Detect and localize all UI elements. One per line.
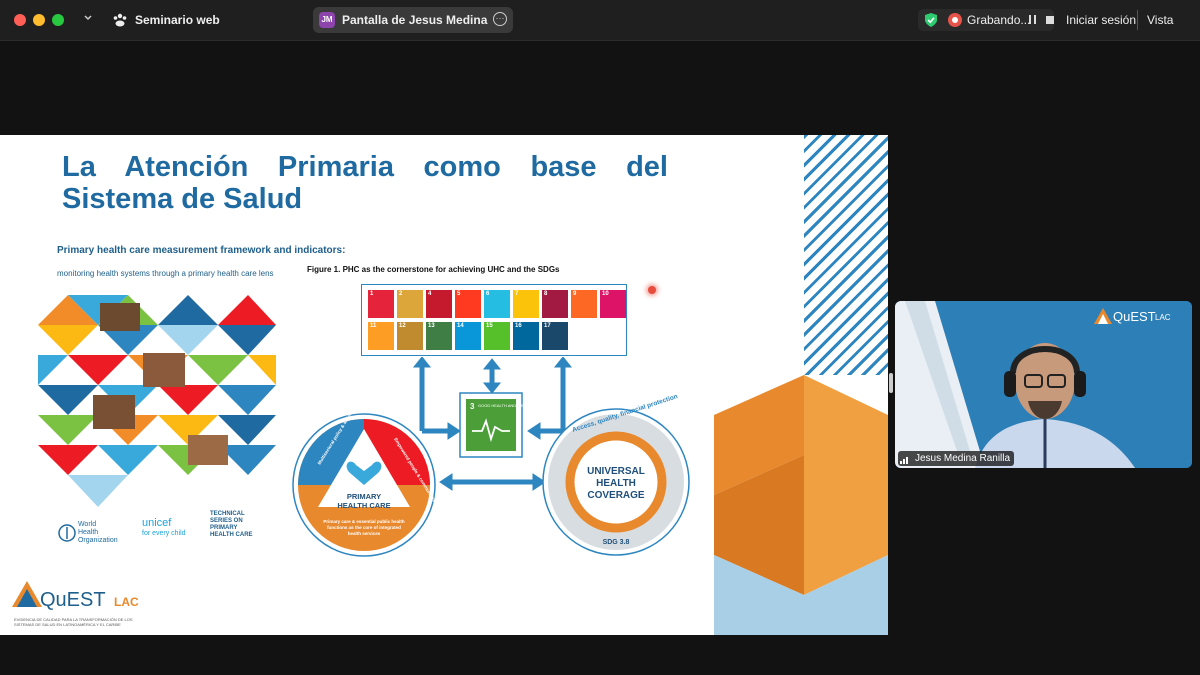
avatar: JM [319,12,335,28]
app-title: Seminario web [135,13,220,27]
sign-in-button[interactable]: Iniciar sesión [1066,13,1136,27]
participant-video[interactable]: QuEST LAC Jesus Medina Ranilla [895,301,1192,468]
sdg-tile: 12 [397,322,423,350]
laser-pointer [648,286,656,294]
phc-title-line2: HEALTH CARE [337,501,390,510]
chevron-down-icon[interactable] [82,11,96,25]
participant-logo-name: QuEST [1113,309,1156,324]
arrow-up-left [412,357,432,368]
screen-share-tab[interactable]: JM Pantalla de Jesus Medina Ranilla ··· [313,7,513,33]
quest-tagline: EVIDENCIA DE CALIDAD PARA LA TRANSFORMAC… [14,617,133,627]
sdg-grid: 1 2 4 5 6 7 8 9 10 11 12 13 14 15 16 17 [368,290,626,350]
close-window-button[interactable] [14,14,26,26]
sdg-tile: 8 [542,290,568,318]
sdg-tile: 5 [455,290,481,318]
participant-name: Jesus Medina Ranilla [915,453,1011,464]
quest-suffix: LAC [114,595,139,609]
phc-title-line1: PRIMARY [347,492,381,501]
recording-status: Grabando... [967,13,1031,27]
participant-logo-suffix: LAC [1155,313,1171,322]
sdg3-label: GOOD HEALTH AND WELL-BEING [478,403,542,408]
phc-bottom-line3: health services [348,531,381,536]
signal-strength-icon [900,457,908,464]
who-logo: World Health Organization [58,521,118,545]
phc-uhc-diagram: 3 GOOD HEALTH AND WELL-BEING PRIMARY HEA… [292,357,690,557]
phc-bottom-line2: functions as the core of integrated [327,525,401,530]
decorative-hexagon [714,375,888,635]
sdg-tile: 17 [542,322,568,350]
shared-slide: La Atención Primaria como base del Siste… [0,135,888,635]
report-subtitle: monitoring health systems through a prim… [57,269,274,278]
video-resize-handle[interactable] [889,373,893,393]
sdg-tile: 11 [368,322,394,350]
sdg-tile: 7 [513,290,539,318]
sdg-tile: 4 [426,290,452,318]
zoom-window-button[interactable] [52,14,64,26]
sdg-tile: 6 [484,290,510,318]
sdg-tile: 16 [513,322,539,350]
report-title: Primary health care measurement framewor… [57,245,346,256]
pause-recording-button[interactable] [1029,15,1036,24]
who-label: World Health Organization [77,521,118,544]
uhc-line2: HEALTH [596,478,636,489]
sdg-tile: 10 [600,290,626,318]
decorative-stripes [804,135,888,385]
figure-caption: Figure 1. PHC as the cornerstone for ach… [307,265,560,274]
phc-bottom-line1: Primary care & essential public health [323,519,405,524]
sdg-tile: 1 [368,290,394,318]
webinar-icon [112,12,128,28]
shield-icon [924,12,938,28]
report-cover-mosaic [38,295,276,507]
uhc-line1: UNIVERSAL [587,466,645,477]
sdg-tile: 13 [426,322,452,350]
stop-recording-button[interactable] [1046,16,1054,24]
sdg-tile: 15 [484,322,510,350]
participant-name-tag: Jesus Medina Ranilla [898,451,1015,466]
slide-title: La Atención Primaria como base del Siste… [62,151,668,215]
sdg-icons-box: 1 2 4 5 6 7 8 9 10 11 12 13 14 15 16 17 [361,284,627,356]
view-button[interactable]: Vista [1147,13,1173,27]
divider [1137,10,1138,30]
video-feed [895,301,1192,468]
screen-share-label: Pantalla de Jesus Medina Ranilla [342,13,488,27]
sdg-tile: 14 [455,322,481,350]
sdg-tile: 9 [571,290,597,318]
technical-series-label: TECHNICAL SERIES ON PRIMARY HEALTH CARE [210,511,253,538]
unicef-tagline: for every child [142,530,186,537]
uhc-line3: COVERAGE [587,490,645,501]
recording-icon [948,13,962,27]
minimize-window-button[interactable] [33,14,45,26]
quest-name: QuEST [40,589,106,611]
uhc-sdg-label: SDG 3.8 [603,539,630,546]
sdg-tile: 2 [397,290,423,318]
more-options-icon[interactable]: ··· [493,12,507,26]
unicef-logo: unicef [142,517,172,529]
title-bar: Seminario web JM Pantalla de Jesus Medin… [0,0,1200,41]
sdg3-number: 3 [470,402,475,411]
